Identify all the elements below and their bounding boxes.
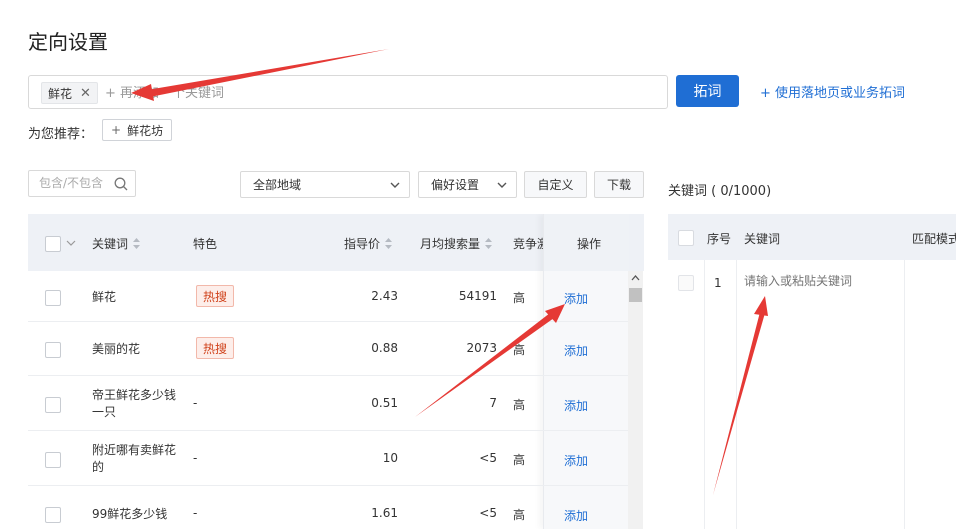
- right-select-all-checkbox[interactable]: [678, 230, 694, 246]
- row-keyword: 美丽的花: [92, 342, 141, 356]
- table-row: 附近哪有卖鲜花的 - 10 <5 高 添加: [28, 431, 628, 486]
- row-checkbox[interactable]: [45, 452, 61, 468]
- add-button[interactable]: 添加: [564, 397, 588, 414]
- row-feature: -: [193, 396, 198, 410]
- row-keyword: 附近哪有卖鲜花的: [92, 443, 177, 474]
- chevron-down-icon[interactable]: [66, 239, 76, 247]
- preference-select[interactable]: 偏好设置: [418, 171, 517, 198]
- table-row: 鲜花 热搜 2.43 54191 高 添加: [28, 271, 628, 322]
- sort-icon[interactable]: [385, 238, 393, 249]
- row-volume: <5: [479, 506, 497, 520]
- sort-icon[interactable]: [133, 238, 141, 249]
- row-price: 0.51: [371, 396, 398, 410]
- column-competition: 竞争激烈程度: [513, 237, 543, 251]
- download-button[interactable]: 下载: [594, 171, 644, 198]
- row-price: 2.43: [371, 289, 398, 303]
- selected-keywords-title: 关键词 ( 0/1000): [668, 184, 772, 199]
- column-index: 序号: [707, 232, 732, 246]
- region-select[interactable]: 全部地域: [240, 171, 410, 198]
- column-price[interactable]: 指导价: [344, 235, 393, 252]
- right-row-checkbox[interactable]: [678, 275, 694, 291]
- row-price: 1.61: [371, 506, 398, 520]
- column-keyword[interactable]: 关键词: [92, 235, 141, 252]
- add-button[interactable]: 添加: [564, 452, 588, 469]
- row-volume: 54191: [458, 289, 497, 303]
- row-competition: 高: [513, 343, 526, 357]
- landing-page-expand-link[interactable]: + 使用落地页或业务拓词: [760, 82, 905, 101]
- chevron-down-icon: [497, 182, 507, 188]
- table-scrollbar[interactable]: [628, 271, 643, 529]
- row-competition: 高: [513, 508, 526, 522]
- keyword-tag-label: 鲜花: [48, 86, 73, 101]
- close-icon[interactable]: ✕: [80, 86, 91, 101]
- table-row: 美丽的花 热搜 0.88 2073 高 添加: [28, 322, 628, 376]
- recommend-chip[interactable]: + 鲜花坊: [102, 119, 173, 141]
- row-competition: 高: [513, 453, 526, 467]
- page-title: 定向设置: [28, 30, 108, 54]
- column-feature: 特色: [193, 237, 218, 251]
- add-button[interactable]: 添加: [564, 342, 588, 359]
- recommend-label: 为您推荐：: [28, 127, 94, 142]
- row-checkbox[interactable]: [45, 290, 61, 306]
- row-checkbox[interactable]: [45, 397, 61, 413]
- row-volume: 7: [489, 396, 497, 410]
- paste-keyword-input[interactable]: [744, 274, 894, 288]
- plus-icon: +: [111, 123, 122, 137]
- column-match: 匹配模式: [912, 232, 956, 246]
- scrollbar-thumb[interactable]: [629, 288, 642, 302]
- row-keyword: 鲜花: [92, 290, 117, 304]
- sort-icon[interactable]: [485, 238, 493, 249]
- keyword-search-box[interactable]: 鲜花 ✕: [28, 75, 668, 109]
- select-all-checkbox[interactable]: [45, 236, 61, 252]
- row-competition: 高: [513, 291, 526, 305]
- selected-keywords-table: 序号 关键词 匹配模式 1: [668, 214, 956, 529]
- hot-badge: 热搜: [196, 285, 235, 307]
- expand-keywords-button[interactable]: 拓词: [676, 75, 739, 107]
- region-select-value: 全部地域: [253, 178, 302, 192]
- recommend-chip-label: 鲜花坊: [127, 123, 164, 138]
- row-price: 10: [382, 451, 398, 465]
- row-volume: 2073: [466, 341, 497, 355]
- preference-select-value: 偏好设置: [431, 178, 480, 192]
- column-operation: 操作: [577, 237, 602, 251]
- column-keyword: 关键词: [744, 232, 781, 246]
- table-row: 99鲜花多少钱 - 1.61 <5 高 添加: [28, 486, 628, 529]
- right-table-header: 序号 关键词 匹配模式: [668, 214, 956, 260]
- keyword-input[interactable]: [105, 84, 625, 102]
- hot-badge: 热搜: [196, 337, 235, 359]
- add-button[interactable]: 添加: [564, 507, 588, 524]
- keyword-filter-input[interactable]: [39, 176, 115, 190]
- row-checkbox[interactable]: [45, 507, 61, 523]
- row-price: 0.88: [371, 341, 398, 355]
- table-row: 帝王鲜花多少钱一只 - 0.51 7 高 添加: [28, 376, 628, 431]
- custom-button[interactable]: 自定义: [524, 171, 587, 198]
- row-competition: 高: [513, 398, 526, 412]
- keyword-tag: 鲜花 ✕: [41, 82, 98, 104]
- keyword-filter[interactable]: [28, 170, 136, 197]
- row-index: 1: [714, 276, 722, 290]
- chevron-down-icon: [390, 182, 400, 188]
- scroll-up-icon[interactable]: [631, 275, 640, 281]
- row-volume: <5: [479, 451, 497, 465]
- row-checkbox[interactable]: [45, 342, 61, 358]
- row-feature: -: [193, 451, 198, 465]
- row-keyword: 帝王鲜花多少钱一只: [92, 388, 177, 419]
- search-icon[interactable]: [113, 176, 129, 192]
- column-volume[interactable]: 月均搜索量: [420, 235, 493, 252]
- keyword-table: 关键词 特色 指导价 月均搜索量 竞争激烈程度 操作 鲜花 热搜 2.43 54…: [28, 214, 644, 529]
- row-feature: -: [193, 506, 198, 520]
- row-keyword: 99鲜花多少钱: [92, 507, 168, 521]
- add-button[interactable]: 添加: [564, 290, 588, 307]
